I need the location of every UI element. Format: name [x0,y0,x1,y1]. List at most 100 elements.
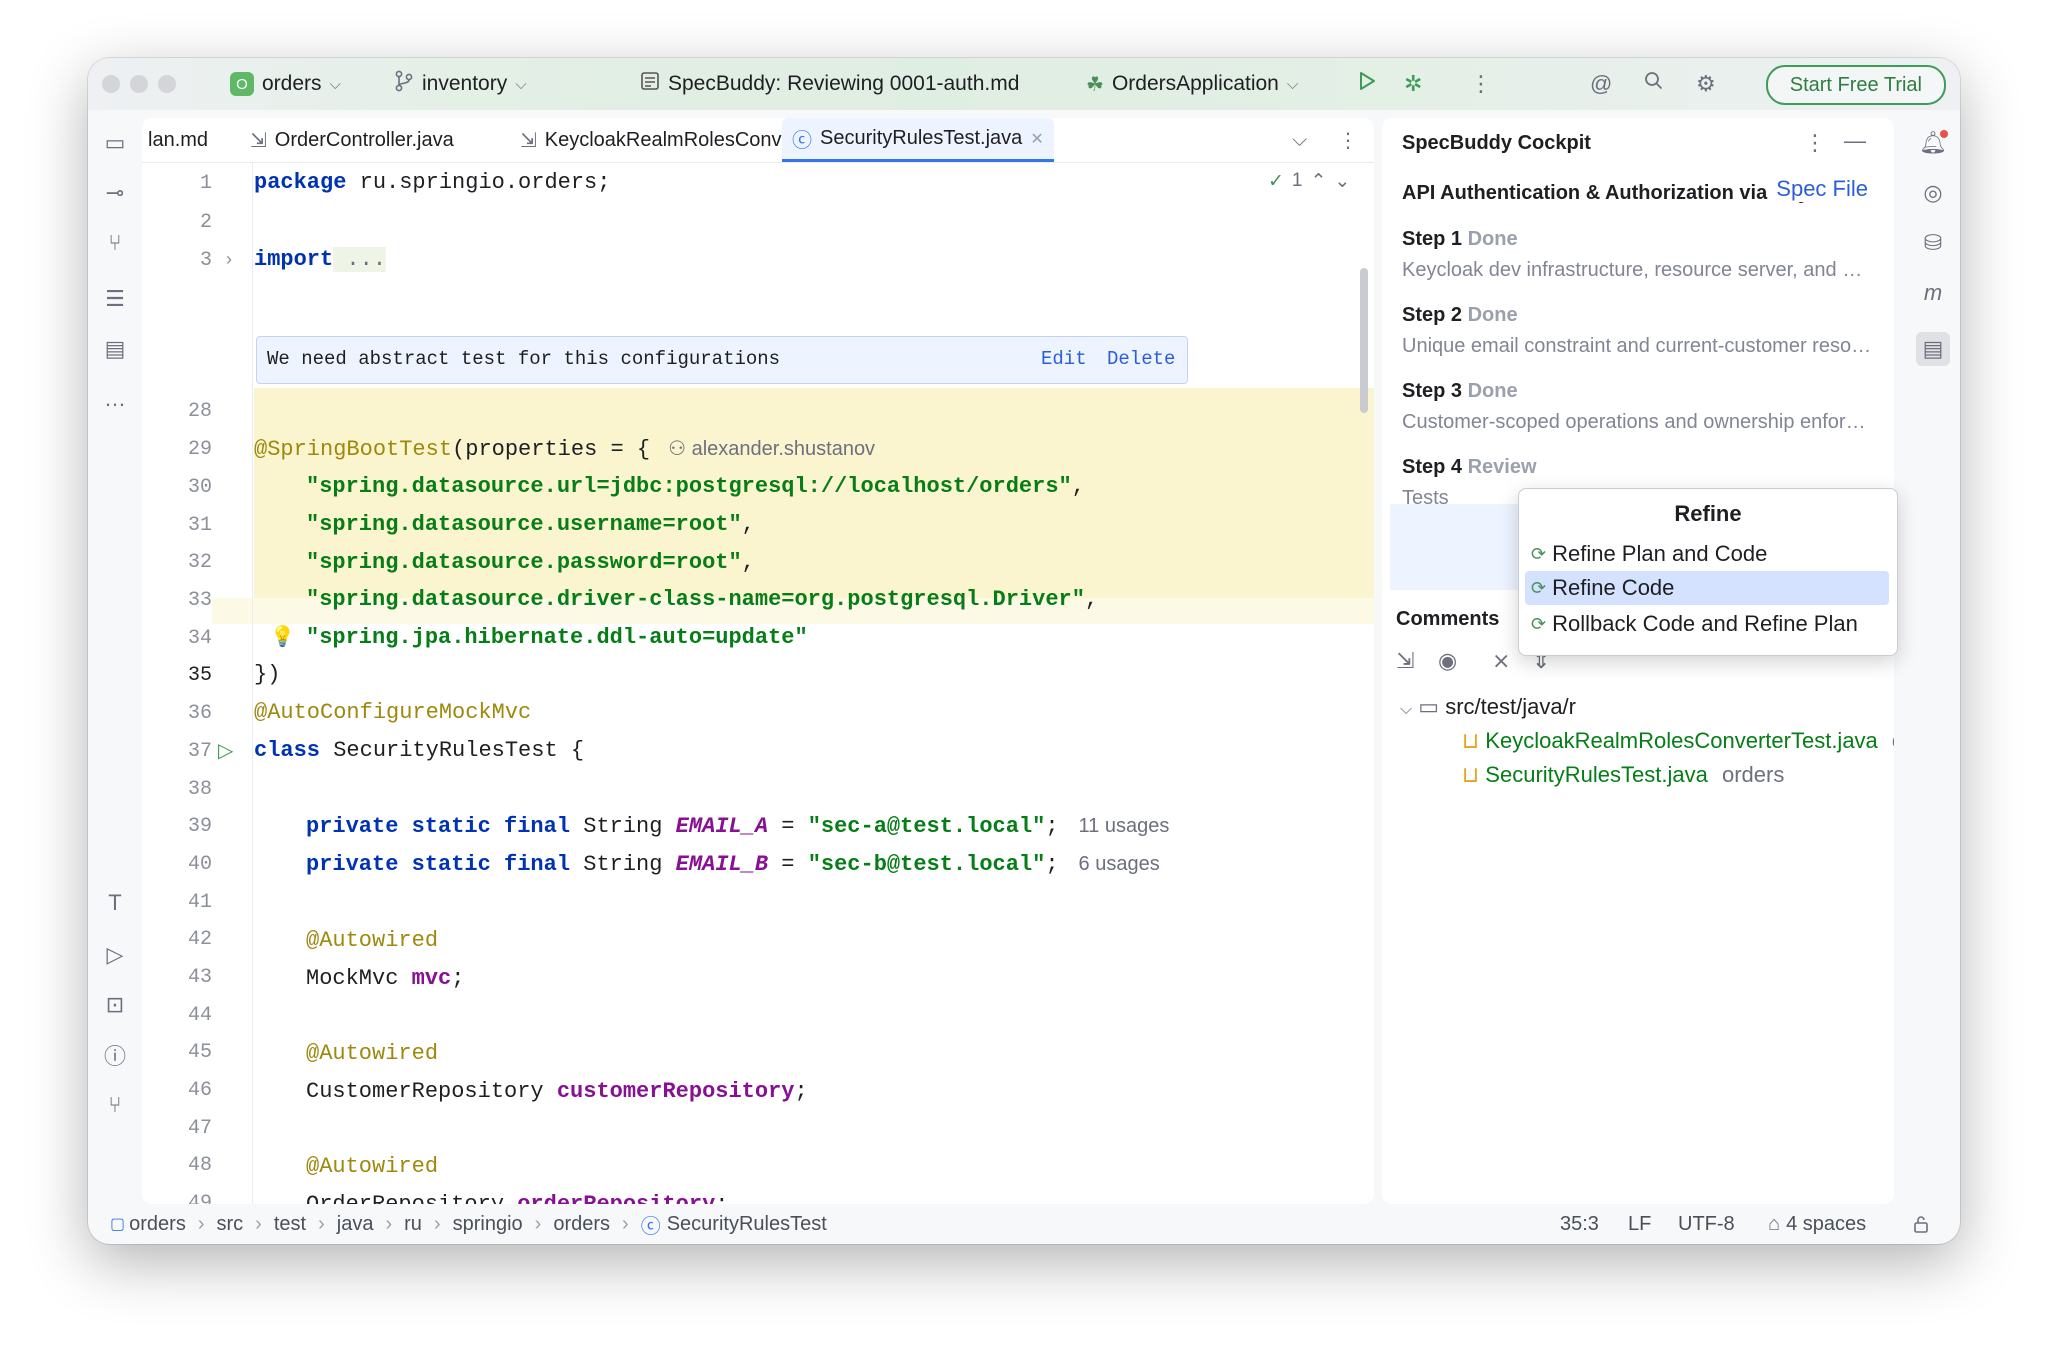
tree-file[interactable]: ⊔ SecurityRulesTest.java orders [1462,762,1784,788]
debug-button[interactable]: ✲ [1404,58,1422,110]
specbuddy-cockpit-icon[interactable]: ▤ [1916,332,1950,366]
file-encoding[interactable]: UTF-8 [1678,1204,1735,1244]
ai-chat-icon[interactable]: ◎ [1920,180,1946,206]
code-line[interactable]: "spring.datasource.driver-class-name=org… [306,587,1098,612]
breadcrumb-item[interactable]: test [274,1213,306,1236]
git-icon[interactable]: ⑂ [102,1092,128,1118]
line-number: 34 [187,627,212,650]
run-test-gutter-icon[interactable]: ▷ [218,738,233,763]
code-line[interactable]: @Autowired [306,1154,438,1179]
step-item-3[interactable]: Step 3 Done Customer-scoped operations a… [1402,380,1872,434]
settings-button[interactable]: ⚙ [1696,58,1716,110]
code-line[interactable]: "spring.jpa.hibernate.ddl-auto=update" [306,625,808,650]
inspection-widget[interactable]: ✓ 1 ⌃ ⌄ [1268,170,1350,193]
line-ending[interactable]: LF [1628,1204,1651,1244]
tabs-more-button[interactable]: ⋮ [1338,118,1358,162]
breadcrumb-item[interactable]: orders [553,1213,610,1236]
minimize-icon[interactable]: — [1844,128,1866,154]
usages-hint[interactable]: 6 usages [1079,853,1160,875]
step-item-2[interactable]: Step 2 Done Unique email constraint and … [1402,304,1872,358]
breadcrumb-item[interactable]: orders [129,1213,186,1236]
terminal-icon[interactable]: ⊡ [102,992,128,1018]
code-line[interactable]: }) [254,662,280,687]
tab-order-controller[interactable]: ⇲ OrderController.java [250,118,454,162]
code-line[interactable]: CustomerRepository customerRepository; [306,1079,808,1104]
code-line[interactable]: "spring.datasource.username=root", [306,512,755,537]
database-icon[interactable]: ⛁ [1920,230,1946,256]
code-line[interactable]: @SpringBootTest(properties = {⚇ alexande… [254,436,875,462]
editor-scrollbar[interactable] [1360,268,1368,413]
maven-icon[interactable]: m [1920,280,1946,306]
code-line[interactable]: "spring.datasource.url=jdbc:postgresql:/… [306,474,1085,499]
code-line[interactable]: private static final String EMAIL_B = "s… [306,852,1160,877]
collapse-arrows-icon[interactable]: ⇲ [1396,648,1414,674]
ai-assistant-button[interactable]: @ [1590,58,1612,110]
breadcrumb-item[interactable]: java [337,1213,374,1236]
pull-request-icon[interactable]: ⑂ [102,230,128,256]
code-line[interactable]: @Autowired [306,928,438,953]
eye-icon[interactable]: ◉ [1438,648,1457,674]
close-icon[interactable]: ✕ [1030,129,1043,149]
services-icon[interactable]: ▷ [102,942,128,968]
caret-position[interactable]: 35:3 [1560,1204,1599,1244]
breadcrumb-item[interactable]: springio [453,1213,523,1236]
more-vertical-icon[interactable]: ⋮ [1804,130,1826,156]
code-line[interactable]: @AutoConfigureMockMvc [254,700,531,725]
tabs-overflow-button[interactable]: ⌵ [1292,118,1307,162]
start-free-trial-button[interactable]: Start Free Trial [1765,65,1946,105]
more-actions-button[interactable]: ⋮ [1470,58,1492,110]
folder-icon[interactable]: ▭ [102,130,128,156]
code-line[interactable]: "spring.datasource.password=root", [306,550,755,575]
code-line[interactable]: package ru.springio.orders; [254,170,610,195]
menu-item-rollback-and-refine-plan[interactable]: ⟳ Rollback Code and Refine Plan [1525,607,1889,641]
search-button[interactable] [1644,58,1664,110]
folded-imports[interactable]: ... [333,247,387,272]
delete-comment-link[interactable]: Delete [1107,348,1175,370]
zoom-window-button[interactable] [158,75,176,93]
menu-item-refine-code[interactable]: ⟳ Refine Code [1525,571,1889,605]
usages-hint[interactable]: 11 usages [1079,815,1170,837]
commit-icon[interactable]: ⊸ [102,180,128,206]
run-config-selector[interactable]: ☘ OrdersApplication ⌵ [1086,58,1298,110]
menu-item-refine-plan-and-code[interactable]: ⟳ Refine Plan and Code [1525,537,1889,571]
chevron-down-icon: ⌵ [1286,75,1299,93]
code-line[interactable]: class SecurityRulesTest { [254,738,584,763]
lock-icon[interactable] [1912,1204,1930,1244]
chevron-down-icon[interactable]: ⌄ [1334,170,1350,193]
code-line[interactable]: MockMvc mvc; [306,966,464,991]
check-icon: ✓ [1268,171,1284,192]
lightbulb-icon[interactable]: 💡 [270,624,295,649]
more-horizontal-icon[interactable]: … [102,386,128,412]
tree-folder[interactable]: ⌵ ▭ src/test/java/r [1400,694,1576,720]
code-line[interactable]: private static final String EMAIL_A = "s… [306,814,1169,839]
breadcrumb-item[interactable]: SecurityRulesTest [667,1213,827,1236]
tab-plan-md[interactable]: lan.md [148,118,208,162]
minimize-window-button[interactable] [130,75,148,93]
tab-label: lan.md [148,128,209,151]
fold-chevron-icon[interactable]: › [226,249,232,270]
step-item-1[interactable]: Step 1 Done Keycloak dev infrastructure,… [1402,228,1872,282]
breadcrumb-item[interactable]: src [217,1213,244,1236]
author-hint[interactable]: ⚇ alexander.shustanov [668,438,875,460]
edit-comment-link[interactable]: Edit [1041,348,1087,370]
text-format-icon[interactable]: T [102,890,128,916]
close-window-button[interactable] [102,75,120,93]
spec-file-link[interactable]: Spec File [1770,176,1868,202]
run-button[interactable] [1356,58,1378,110]
project-selector[interactable]: O orders ⌵ [230,58,341,110]
code-line[interactable]: import ... [254,247,387,272]
string-literal: "spring.datasource.password=root" [306,550,742,575]
branch-selector[interactable]: inventory ⌵ [394,58,527,110]
code-line[interactable]: OrderRepository orderRepository; [306,1192,728,1204]
problems-icon[interactable]: ⓘ [102,1042,128,1069]
code-line[interactable]: @Autowired [306,1041,438,1066]
tab-security-rules-test[interactable]: ⓒ SecurityRulesTest.java ✕ [782,118,1054,162]
structure-icon[interactable]: ☰ [102,286,128,312]
collapse-all-icon[interactable]: ⨯ [1492,648,1510,674]
tree-file[interactable]: ⊔ KeycloakRealmRolesConverterTest.java o… [1462,728,1894,754]
indent-setting[interactable]: ⌂ 4 spaces [1768,1204,1866,1244]
chevron-up-icon[interactable]: ⌃ [1311,170,1327,193]
specbuddy-icon[interactable]: ▤ [102,336,128,362]
breadcrumb-item[interactable]: ru [404,1213,422,1236]
line-number: 40 [187,853,212,876]
